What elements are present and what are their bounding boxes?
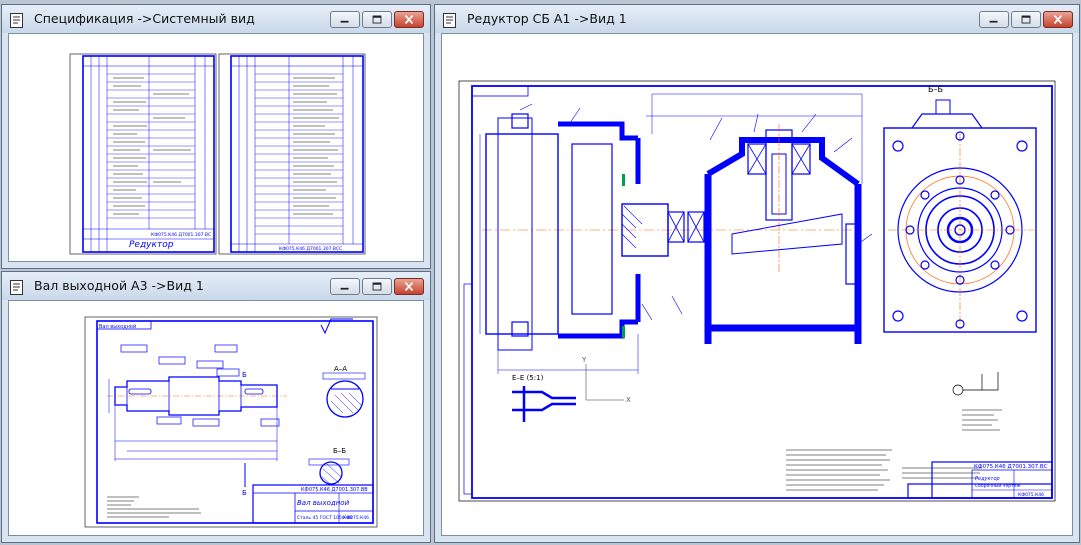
reducer-window-title: Редуктор СБ А1 ->Вид 1	[467, 11, 627, 26]
restore-icon	[372, 15, 382, 24]
svg-text:Б: Б	[242, 489, 247, 497]
reducer-titlebar[interactable]: Редуктор СБ А1 ->Вид 1	[435, 5, 1079, 33]
reducer-sheet: Е–Е (5:1) X Y Б–Б КФ075.К46 Д7001.307.ВС…	[458, 80, 1056, 502]
minimize-icon	[340, 287, 349, 290]
reducer-stamp-name: Редуктор	[975, 476, 1000, 482]
maximize-button[interactable]	[362, 278, 392, 295]
shaft-sheet: Вал выходной Б Б А–А Б–Б КФ075.К46 Д7001…	[84, 316, 378, 528]
close-icon	[404, 281, 414, 292]
axis-y-label: Y	[581, 356, 587, 364]
shaft-window-title: Вал выходной А3 ->Вид 1	[34, 278, 204, 293]
minimize-button[interactable]	[979, 11, 1009, 28]
svg-text:Б: Б	[242, 371, 247, 379]
minimize-button[interactable]	[330, 278, 360, 295]
reducer-drawing-area[interactable]: Е–Е (5:1) X Y Б–Б КФ075.К46 Д7001.307.ВС…	[441, 33, 1073, 536]
shaft-titlebar[interactable]: Вал выходной А3 ->Вид 1	[2, 272, 430, 300]
shaft-stamp-name: Вал выходной	[297, 499, 350, 507]
minimize-icon	[989, 20, 998, 23]
maximize-button[interactable]	[1011, 11, 1041, 28]
axis-x-label: X	[626, 396, 631, 404]
close-button[interactable]	[394, 11, 424, 28]
reducer-window[interactable]: Редуктор СБ А1 ->Вид 1 Е–Е (5:1) X Y Б–Б…	[434, 4, 1080, 543]
close-icon	[404, 14, 414, 25]
spec-drawing-area[interactable]: Редуктор КФ075.К46 Д7001.307.ВС КФ075.К4…	[8, 33, 424, 262]
restore-icon	[1021, 15, 1031, 24]
reducer-stamp-code: КФ075.К46 Д7001.307.ВС	[974, 464, 1048, 470]
shaft-window[interactable]: Вал выходной А3 ->Вид 1 Вал выходной Б Б…	[1, 271, 431, 543]
reducer-stamp-org: КФ075.К46	[1018, 492, 1044, 498]
spec-stamp-code: КФ075.К46 Д7001.307.ВС	[151, 232, 211, 238]
spec-stamp-name: Редуктор	[129, 240, 174, 250]
document-icon	[10, 280, 23, 295]
shaft-stamp-org: КФ075.К46	[343, 515, 369, 521]
shaft-section-a-label: А–А	[334, 365, 347, 373]
minimize-icon	[340, 20, 349, 23]
close-button[interactable]	[1043, 11, 1073, 28]
reducer-detail-label: Е–Е (5:1)	[512, 374, 544, 382]
minimize-button[interactable]	[330, 11, 360, 28]
shaft-section-b-label: Б–Б	[333, 447, 346, 455]
document-icon	[443, 13, 456, 28]
reducer-stamp-sub: Сборочный чертеж	[975, 482, 1021, 489]
shaft-drawing-area[interactable]: Вал выходной Б Б А–А Б–Б КФ075.К46 Д7001…	[8, 300, 424, 536]
spec-window-title: Спецификация ->Системный вид	[34, 11, 255, 26]
spec-titlebar[interactable]: Спецификация ->Системный вид	[2, 5, 430, 33]
close-button[interactable]	[394, 278, 424, 295]
restore-icon	[372, 282, 382, 291]
spec-stamp-code-2: КФ075.К46 Д7001.307.ВСС	[279, 246, 342, 252]
shaft-frame-label: Вал выходной	[99, 323, 136, 330]
spec-window[interactable]: Спецификация ->Системный вид Редуктор КФ…	[1, 4, 431, 269]
maximize-button[interactable]	[362, 11, 392, 28]
shaft-stamp-code: КФ075.К46 Д7001.307.ВВ	[301, 487, 368, 493]
close-icon	[1053, 14, 1063, 25]
document-icon	[10, 13, 23, 28]
spec-sheets: Редуктор КФ075.К46 Д7001.307.ВС КФ075.К4…	[69, 53, 366, 255]
section-bb-label: Б–Б	[928, 85, 943, 94]
